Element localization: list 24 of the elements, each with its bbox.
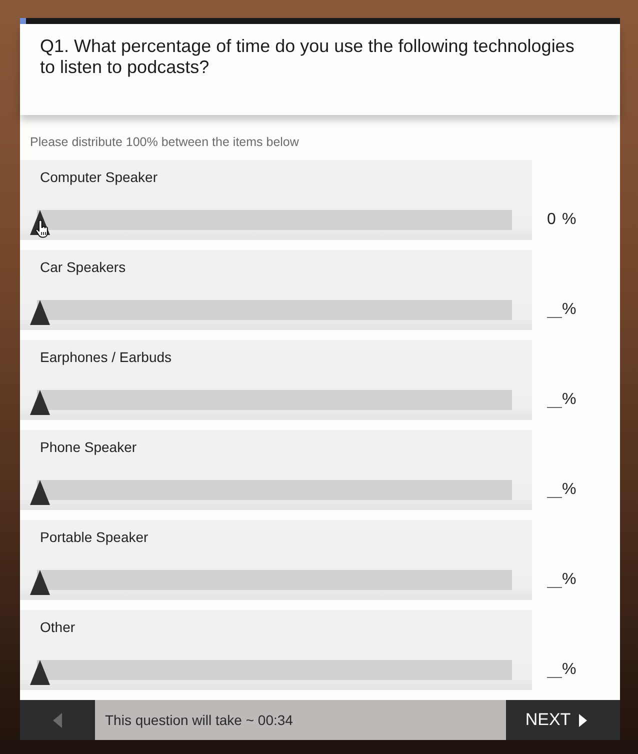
percent-sign: % <box>562 480 576 500</box>
time-estimate: This question will take ~ 00:34 <box>95 700 506 740</box>
percent-field[interactable]: 0 <box>547 210 562 228</box>
slider-thumb[interactable] <box>30 660 50 685</box>
item-label: Phone Speaker <box>40 439 138 456</box>
instruction-text: Please distribute 100% between the items below <box>30 134 300 150</box>
percent-sign: % <box>562 570 576 590</box>
slider-thumb[interactable] <box>30 300 50 325</box>
item-label: Computer Speaker <box>40 169 159 186</box>
percent-sign: % <box>562 660 576 680</box>
next-button[interactable]: NEXT <box>506 700 620 740</box>
percent-sign: % <box>562 210 576 230</box>
question-text: Q1. What percentage of time do you use the following technologies to listen to podcasts? <box>40 36 576 78</box>
item-label: Portable Speaker <box>40 529 150 546</box>
caret-icon <box>578 714 587 726</box>
slider-thumb[interactable] <box>30 390 50 415</box>
percent-sign: % <box>562 390 576 410</box>
percent-sign: % <box>562 300 576 320</box>
item-label: Earphones / Earbuds <box>40 349 173 366</box>
item-label: Car Speakers <box>40 259 127 276</box>
slider-thumb[interactable] <box>30 480 50 505</box>
back-arrow-icon <box>53 712 62 728</box>
item-label: Other <box>40 619 76 636</box>
slider-thumb[interactable] <box>30 570 50 595</box>
